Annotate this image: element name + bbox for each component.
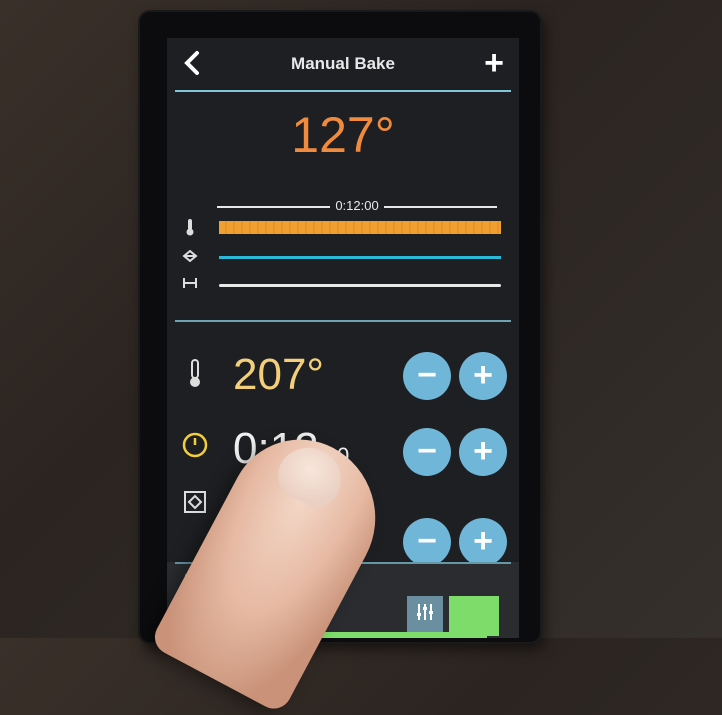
temperature-plus-button[interactable]: + [459,352,507,400]
time-minus-button[interactable]: − [403,428,451,476]
span-icon [181,276,199,294]
chevron-left-icon [184,51,199,75]
temperature-minus-button[interactable]: − [403,352,451,400]
temperature-bar [219,221,501,234]
thermometer-icon [181,218,199,236]
steam-icon [181,490,209,520]
span-bar [219,284,501,287]
span-track [181,276,501,294]
thermometer-icon [181,358,209,388]
steam-icon [181,248,199,266]
sliders-icon [417,604,433,620]
timeline-time: 0:12:00 [217,196,497,216]
timeline-time-label: 0:12:00 [330,198,384,213]
header-divider [175,90,511,92]
add-button[interactable]: + [477,46,511,80]
clock-icon [181,432,209,462]
back-button[interactable] [181,48,211,78]
steam-track [181,248,501,266]
steam-plus-button[interactable]: + [459,518,507,566]
header: Manual Bake + [167,38,519,90]
temperature-track [181,218,501,236]
start-button[interactable] [449,596,499,636]
temperature-setting: 207° − + [181,346,511,402]
temperature-value: 207° [233,350,325,399]
adjust-button[interactable] [407,596,443,636]
time-plus-button[interactable]: + [459,428,507,476]
current-temperature: 127° [291,107,395,163]
steam-minus-button[interactable]: − [403,518,451,566]
page-title: Manual Bake [291,54,395,73]
section-divider [175,320,511,322]
steam-bar [219,256,501,259]
